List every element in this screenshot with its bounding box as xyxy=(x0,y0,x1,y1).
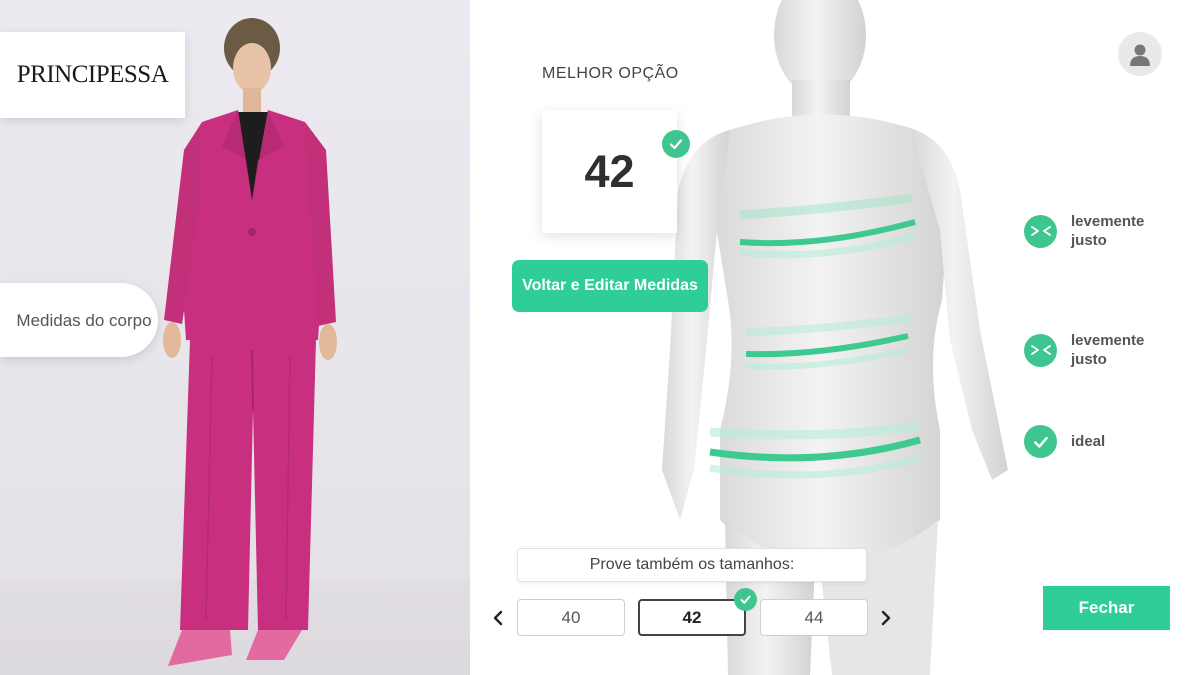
bust-fit-label: levemente justo xyxy=(1071,213,1145,249)
close-button[interactable]: Fechar xyxy=(1043,586,1170,630)
check-icon xyxy=(734,588,757,611)
product-photo-panel: PRINCIPESSA Medidas do corpo xyxy=(0,0,470,675)
chevron-left-icon xyxy=(493,610,503,626)
best-option-label: MELHOR OPÇÃO xyxy=(542,65,679,82)
waist-fit-label: levemente justo xyxy=(1071,332,1145,368)
body-measures-label: Medidas do corpo xyxy=(16,310,152,330)
also-try-sizes-label: Prove também os tamanhos: xyxy=(517,548,867,582)
size-option-44[interactable]: 44 xyxy=(760,599,868,636)
size-option-label: 42 xyxy=(682,607,702,627)
hip-fit-label: ideal xyxy=(1071,433,1106,450)
check-icon xyxy=(1024,425,1057,458)
brand-logo-card: PRINCIPESSA xyxy=(0,32,185,118)
chevron-right-icon xyxy=(881,610,891,626)
profile-button[interactable] xyxy=(1118,32,1162,76)
fit-results-panel: MELHOR OPÇÃO 42 Voltar e Editar Medidas … xyxy=(470,0,1200,675)
brand-logo: PRINCIPESSA xyxy=(16,61,169,88)
size-option-42[interactable]: 42 xyxy=(638,588,757,636)
size-option-40[interactable]: 40 xyxy=(517,599,625,636)
bust-fit-indicator: levemente justo xyxy=(1024,212,1161,250)
size-option-label: 44 xyxy=(804,607,824,627)
size-option-label: 40 xyxy=(561,607,581,627)
next-size-button[interactable] xyxy=(874,604,898,632)
tight-arrows-icon xyxy=(1024,333,1057,367)
tight-arrows-icon xyxy=(1024,214,1057,248)
body-measures-tab[interactable]: Medidas do corpo xyxy=(0,283,158,357)
waist-fit-indicator: levemente justo xyxy=(1024,331,1161,369)
hip-fit-indicator: ideal xyxy=(1024,425,1161,458)
recommended-size-card: 42 xyxy=(542,110,690,233)
check-icon xyxy=(662,130,690,158)
prev-size-button[interactable] xyxy=(486,604,510,632)
edit-measures-button[interactable]: Voltar e Editar Medidas xyxy=(512,260,708,312)
user-avatar-icon xyxy=(1130,44,1150,66)
recommended-size-value: 42 xyxy=(584,145,635,197)
